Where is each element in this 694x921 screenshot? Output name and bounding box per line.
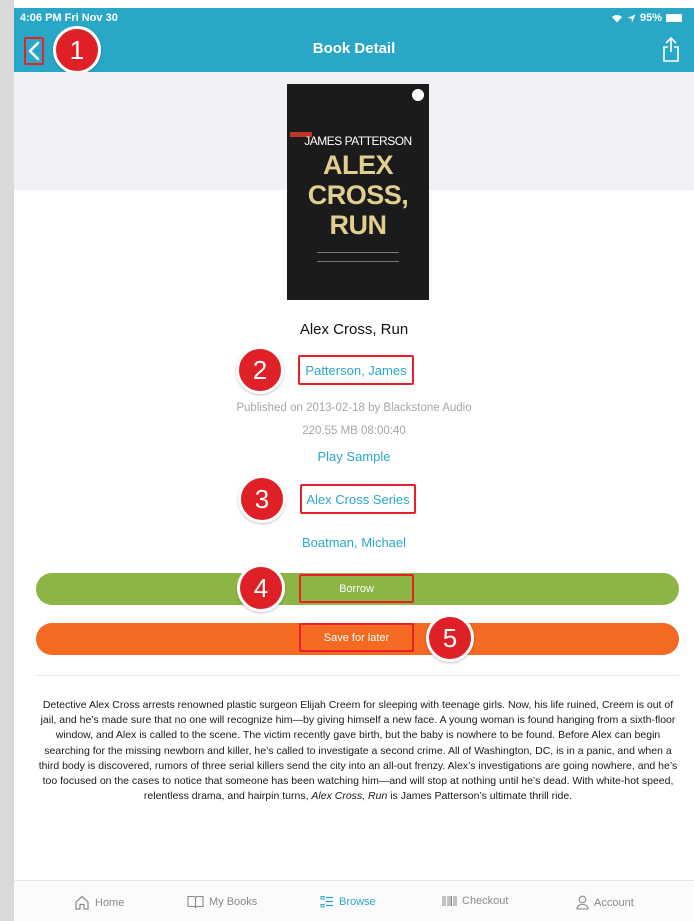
nav-label: Checkout bbox=[462, 895, 509, 907]
save-for-later-label[interactable]: Save for later bbox=[299, 623, 414, 652]
cover-tagline bbox=[317, 252, 399, 262]
series-link[interactable]: Alex Cross Series bbox=[300, 484, 416, 514]
nav-checkout[interactable]: Checkout bbox=[442, 895, 508, 907]
battery-percent: 95% bbox=[639, 12, 662, 24]
nav-label: Home bbox=[95, 896, 125, 909]
divider bbox=[36, 675, 679, 676]
back-button[interactable] bbox=[24, 37, 44, 65]
description-text: Detective Alex Cross arrests renowned pl… bbox=[38, 699, 678, 803]
author-link[interactable]: Patterson, James bbox=[298, 355, 414, 385]
status-time: 4:06 PM Fri Nov 30 bbox=[20, 12, 118, 24]
nav-browse[interactable]: Browse bbox=[320, 895, 376, 909]
page-title: Book Detail bbox=[312, 40, 396, 57]
book-title: Alex Cross, Run bbox=[299, 321, 409, 338]
left-edge-bar bbox=[0, 0, 14, 921]
barcode-icon bbox=[442, 896, 457, 906]
cover-title-line: ALEX bbox=[322, 150, 394, 180]
description-text-end: is James Patterson’s ultimate thrill rid… bbox=[387, 790, 573, 803]
book-cover[interactable]: JAMES PATTERSON ALEX CROSS, RUN bbox=[287, 84, 429, 300]
annotation-badge: 5 bbox=[426, 614, 474, 662]
nav-home[interactable]: Home bbox=[74, 895, 124, 910]
size-duration: 220.55 MB 08:00:40 bbox=[302, 425, 406, 437]
borrow-label[interactable]: Borrow bbox=[299, 574, 414, 603]
annotation-badge: 4 bbox=[237, 564, 285, 612]
cover-title: ALEX CROSS, RUN bbox=[287, 150, 429, 240]
chevron-left-icon bbox=[28, 41, 40, 61]
nav-label: Account bbox=[594, 896, 634, 909]
screen: 4:06 PM Fri Nov 30 95% Book Detail 1 JAM… bbox=[0, 0, 694, 921]
battery-icon bbox=[666, 14, 682, 22]
share-icon[interactable] bbox=[662, 36, 680, 62]
annotation-badge: 1 bbox=[53, 26, 101, 74]
cover-title-line: CROSS, bbox=[307, 180, 409, 210]
annotation-badge: 3 bbox=[238, 475, 286, 523]
nav-account[interactable]: Account bbox=[576, 895, 634, 910]
nav-label: Browse bbox=[339, 896, 376, 908]
header-bar: 4:06 PM Fri Nov 30 95% Book Detail bbox=[14, 8, 694, 72]
audio-badge-icon bbox=[412, 89, 424, 101]
nav-my-books[interactable]: My Books bbox=[187, 895, 257, 909]
bottom-nav: Home My Books Browse Checkout Account bbox=[14, 880, 694, 921]
narrator-link[interactable]: Boatman, Michael bbox=[14, 535, 694, 550]
app-container: 4:06 PM Fri Nov 30 95% Book Detail 1 JAM… bbox=[14, 8, 694, 921]
person-icon bbox=[576, 895, 589, 910]
annotation-badge: 2 bbox=[236, 346, 284, 394]
publish-info: Published on 2013-02-18 by Blackstone Au… bbox=[236, 402, 472, 414]
nav-label: My Books bbox=[209, 896, 258, 908]
cover-author: JAMES PATTERSON bbox=[304, 134, 412, 148]
status-right: 95% bbox=[611, 12, 682, 24]
book-description: Detective Alex Cross arrests renowned pl… bbox=[34, 698, 682, 804]
cover-title-line: RUN bbox=[329, 210, 388, 240]
wifi-icon bbox=[611, 14, 622, 22]
description-italic-title: Alex Cross, Run bbox=[311, 790, 388, 803]
location-icon bbox=[627, 14, 636, 22]
play-sample-link[interactable]: Play Sample bbox=[14, 449, 694, 464]
book-open-icon bbox=[187, 895, 204, 909]
home-icon bbox=[75, 895, 89, 910]
browse-list-icon bbox=[320, 896, 333, 908]
